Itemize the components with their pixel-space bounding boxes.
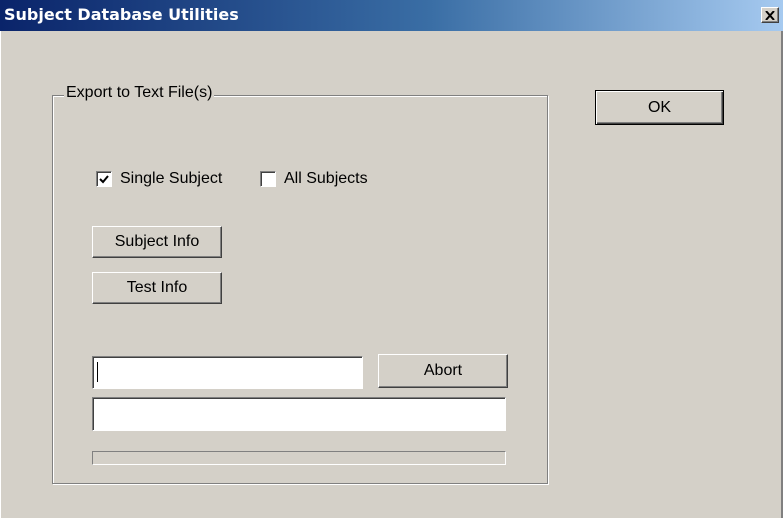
checkmark-icon [99, 174, 109, 183]
all-subjects-option[interactable]: All Subjects [260, 170, 368, 188]
status-field[interactable] [92, 356, 363, 389]
ok-button[interactable]: OK [595, 90, 724, 125]
message-field[interactable] [92, 397, 506, 431]
close-button[interactable] [761, 7, 779, 23]
single-subject-checkbox[interactable] [96, 171, 112, 187]
text-caret [97, 362, 98, 382]
all-subjects-checkbox[interactable] [260, 171, 276, 187]
progress-bar [92, 451, 506, 465]
single-subject-label: Single Subject [120, 170, 223, 187]
close-icon [765, 10, 775, 20]
single-subject-option[interactable]: Single Subject [96, 170, 222, 188]
all-subjects-label: All Subjects [284, 170, 368, 187]
abort-button[interactable]: Abort [378, 354, 508, 388]
subject-info-button[interactable]: Subject Info [92, 226, 222, 258]
title-bar[interactable]: Subject Database Utilities [0, 0, 783, 31]
dialog-window: Subject Database Utilities Export to Tex… [0, 0, 783, 518]
window-title: Subject Database Utilities [4, 5, 239, 24]
test-info-button[interactable]: Test Info [92, 272, 222, 304]
export-group-label: Export to Text File(s) [64, 83, 215, 103]
window-edge-left [0, 31, 1, 518]
